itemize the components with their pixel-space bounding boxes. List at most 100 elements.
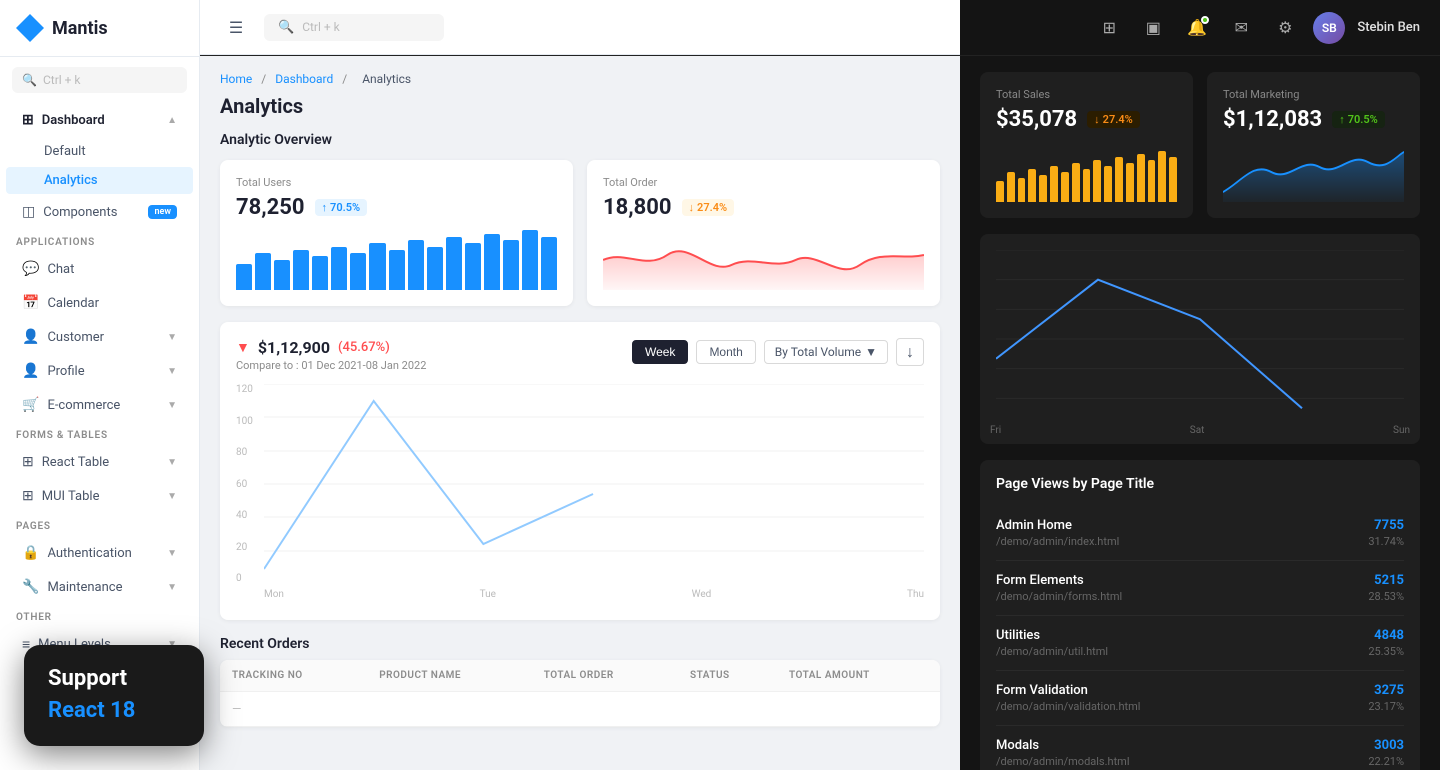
- income-value: $1,12,900: [258, 338, 330, 357]
- dark-metric-marketing: Total Marketing $1,12,083 ↑ 70.5%: [1207, 72, 1420, 218]
- week-button[interactable]: Week: [632, 340, 688, 364]
- logo-text: Mantis: [52, 18, 108, 39]
- dark-badge-sales: ↓ 27.4%: [1087, 111, 1140, 128]
- chevron-down-icon-3: ▼: [167, 400, 177, 411]
- bell-icon-button[interactable]: 🔔: [1181, 12, 1213, 44]
- col-tracking: Tracking No: [220, 660, 367, 692]
- sidebar-label-customer: Customer: [47, 330, 104, 345]
- breadcrumb-current: Analytics: [362, 72, 411, 86]
- content-light: Home / Dashboard / Analytics Analytics A…: [200, 56, 960, 770]
- search-icon-topbar: 🔍: [278, 20, 294, 35]
- sidebar-item-customer[interactable]: 👤 Customer ▼: [6, 321, 193, 353]
- bar: [1039, 175, 1047, 202]
- sidebar-item-maintenance[interactable]: 🔧 Maintenance ▼: [6, 571, 193, 603]
- bar: [1050, 166, 1058, 202]
- pv-pct-0: 31.74%: [1368, 535, 1404, 548]
- sidebar-item-mui-table[interactable]: ⊞ MUI Table ▼: [6, 480, 193, 512]
- pv-name-0: Admin Home: [996, 518, 1119, 533]
- bar: [1158, 151, 1166, 202]
- logo-area: Mantis: [0, 0, 199, 57]
- main-area: ☰ 🔍 Ctrl + k ⊞ ▣ 🔔 ✉ ⚙: [200, 0, 1440, 770]
- dashboard-icon: ⊞: [22, 112, 34, 128]
- line-chart-svg-wrap: [264, 384, 924, 584]
- content-area: Home / Dashboard / Analytics Analytics A…: [200, 56, 1440, 770]
- month-button[interactable]: Month: [696, 340, 755, 364]
- bar: [1007, 172, 1015, 202]
- maintenance-icon: 🔧: [22, 579, 39, 595]
- bar: [522, 230, 538, 290]
- bar: [1028, 169, 1036, 202]
- pv-count-2: 4848: [1368, 628, 1404, 643]
- pv-pct-4: 22.21%: [1368, 755, 1404, 768]
- orders-area-chart: [603, 230, 924, 290]
- pv-count-1: 5215: [1368, 573, 1404, 588]
- hamburger-icon: ☰: [229, 18, 243, 37]
- layout-icon-button[interactable]: ▣: [1137, 12, 1169, 44]
- sidebar-label-maintenance: Maintenance: [47, 580, 122, 595]
- sidebar-item-calendar[interactable]: 📅 Calendar: [6, 287, 193, 319]
- hamburger-button[interactable]: ☰: [220, 11, 252, 43]
- topbar-light: ☰ 🔍 Ctrl + k: [200, 0, 960, 55]
- x-label-sun: Sun: [1393, 425, 1410, 436]
- page-title: Analytics: [220, 94, 940, 118]
- sidebar-item-react-table[interactable]: ⊞ React Table ▼: [6, 446, 193, 478]
- chart-controls: Week Month By Total Volume ▼ ↓: [632, 338, 924, 366]
- download-icon: ↓: [906, 342, 914, 362]
- page-views-card: Page Views by Page Title Admin Home /dem…: [980, 460, 1420, 770]
- metric-badge-orders: ↓ 27.4%: [682, 199, 735, 216]
- avatar: SB: [1313, 12, 1345, 44]
- download-button[interactable]: ↓: [896, 338, 924, 366]
- volume-select[interactable]: By Total Volume ▼: [764, 340, 888, 364]
- marketing-area-chart: [1223, 142, 1404, 202]
- arrow-down-icon-2: ↓: [1094, 113, 1100, 126]
- sidebar-item-profile[interactable]: 👤 Profile ▼: [6, 355, 193, 387]
- notification-badge: [1201, 16, 1209, 24]
- breadcrumb-home[interactable]: Home: [220, 72, 252, 86]
- section-applications: Applications: [0, 229, 199, 252]
- grid-icon-button[interactable]: ⊞: [1093, 12, 1125, 44]
- section-forms-tables: Forms & Tables: [0, 422, 199, 445]
- bar: [236, 264, 252, 290]
- settings-icon-button[interactable]: ⚙: [1269, 12, 1301, 44]
- chevron-down-icon-4: ▼: [167, 457, 177, 468]
- new-badge: new: [148, 205, 177, 219]
- col-status: Status: [678, 660, 777, 692]
- arrow-up-icon-2: ↑: [1339, 113, 1345, 126]
- sidebar-item-ecommerce[interactable]: 🛒 E-commerce ▼: [6, 389, 193, 421]
- content-dark: Total Sales $35,078 ↓ 27.4%: [960, 56, 1440, 770]
- chat-icon: 💬: [22, 261, 39, 277]
- analytic-overview-title: Analytic Overview: [220, 132, 940, 148]
- sidebar-label-calendar: Calendar: [47, 296, 99, 311]
- sidebar-item-chat[interactable]: 💬 Chat: [6, 253, 193, 285]
- pv-pct-3: 23.17%: [1368, 700, 1404, 713]
- support-toast[interactable]: Support React 18: [24, 645, 204, 746]
- sidebar-item-default[interactable]: Default: [6, 138, 193, 165]
- profile-icon: 👤: [22, 363, 39, 379]
- topbar-search[interactable]: 🔍 Ctrl + k: [264, 14, 444, 41]
- pv-pct-1: 28.53%: [1368, 590, 1404, 603]
- search-placeholder-topbar: Ctrl + k: [302, 20, 340, 34]
- dark-label-sales: Total Sales: [996, 88, 1177, 101]
- metric-label-orders: Total Order: [603, 176, 924, 189]
- bar: [446, 237, 462, 290]
- sidebar-item-components[interactable]: ◫ Components new: [6, 196, 193, 228]
- sidebar-item-dashboard[interactable]: ⊞ Dashboard ▲: [6, 104, 193, 136]
- pv-url-3: /demo/admin/validation.html: [996, 700, 1140, 713]
- bar: [465, 243, 481, 290]
- bar: [293, 250, 309, 290]
- ecommerce-icon: 🛒: [22, 397, 39, 413]
- sidebar-label-analytics: Analytics: [44, 173, 98, 188]
- sidebar-search[interactable]: 🔍 Ctrl + k: [12, 67, 187, 93]
- income-header: ▼ $1,12,900 (45.67%) Compare to : 01 Dec…: [236, 338, 924, 372]
- dark-metric-sales: Total Sales $35,078 ↓ 27.4%: [980, 72, 1193, 218]
- breadcrumb-dashboard[interactable]: Dashboard: [275, 72, 333, 86]
- income-compare: Compare to : 01 Dec 2021-08 Jan 2022: [236, 359, 426, 372]
- bar: [350, 253, 366, 290]
- sidebar-item-authentication[interactable]: 🔒 Authentication ▼: [6, 537, 193, 569]
- metric-card-orders: Total Order 18,800 ↓ 27.4%: [587, 160, 940, 306]
- sidebar-label-authentication: Authentication: [47, 546, 131, 561]
- sidebar-item-analytics[interactable]: Analytics: [6, 167, 193, 194]
- chevron-down-icon-7: ▼: [167, 582, 177, 593]
- mail-icon-button[interactable]: ✉: [1225, 12, 1257, 44]
- orders-table: Tracking No Product Name Total Order Sta…: [220, 660, 940, 727]
